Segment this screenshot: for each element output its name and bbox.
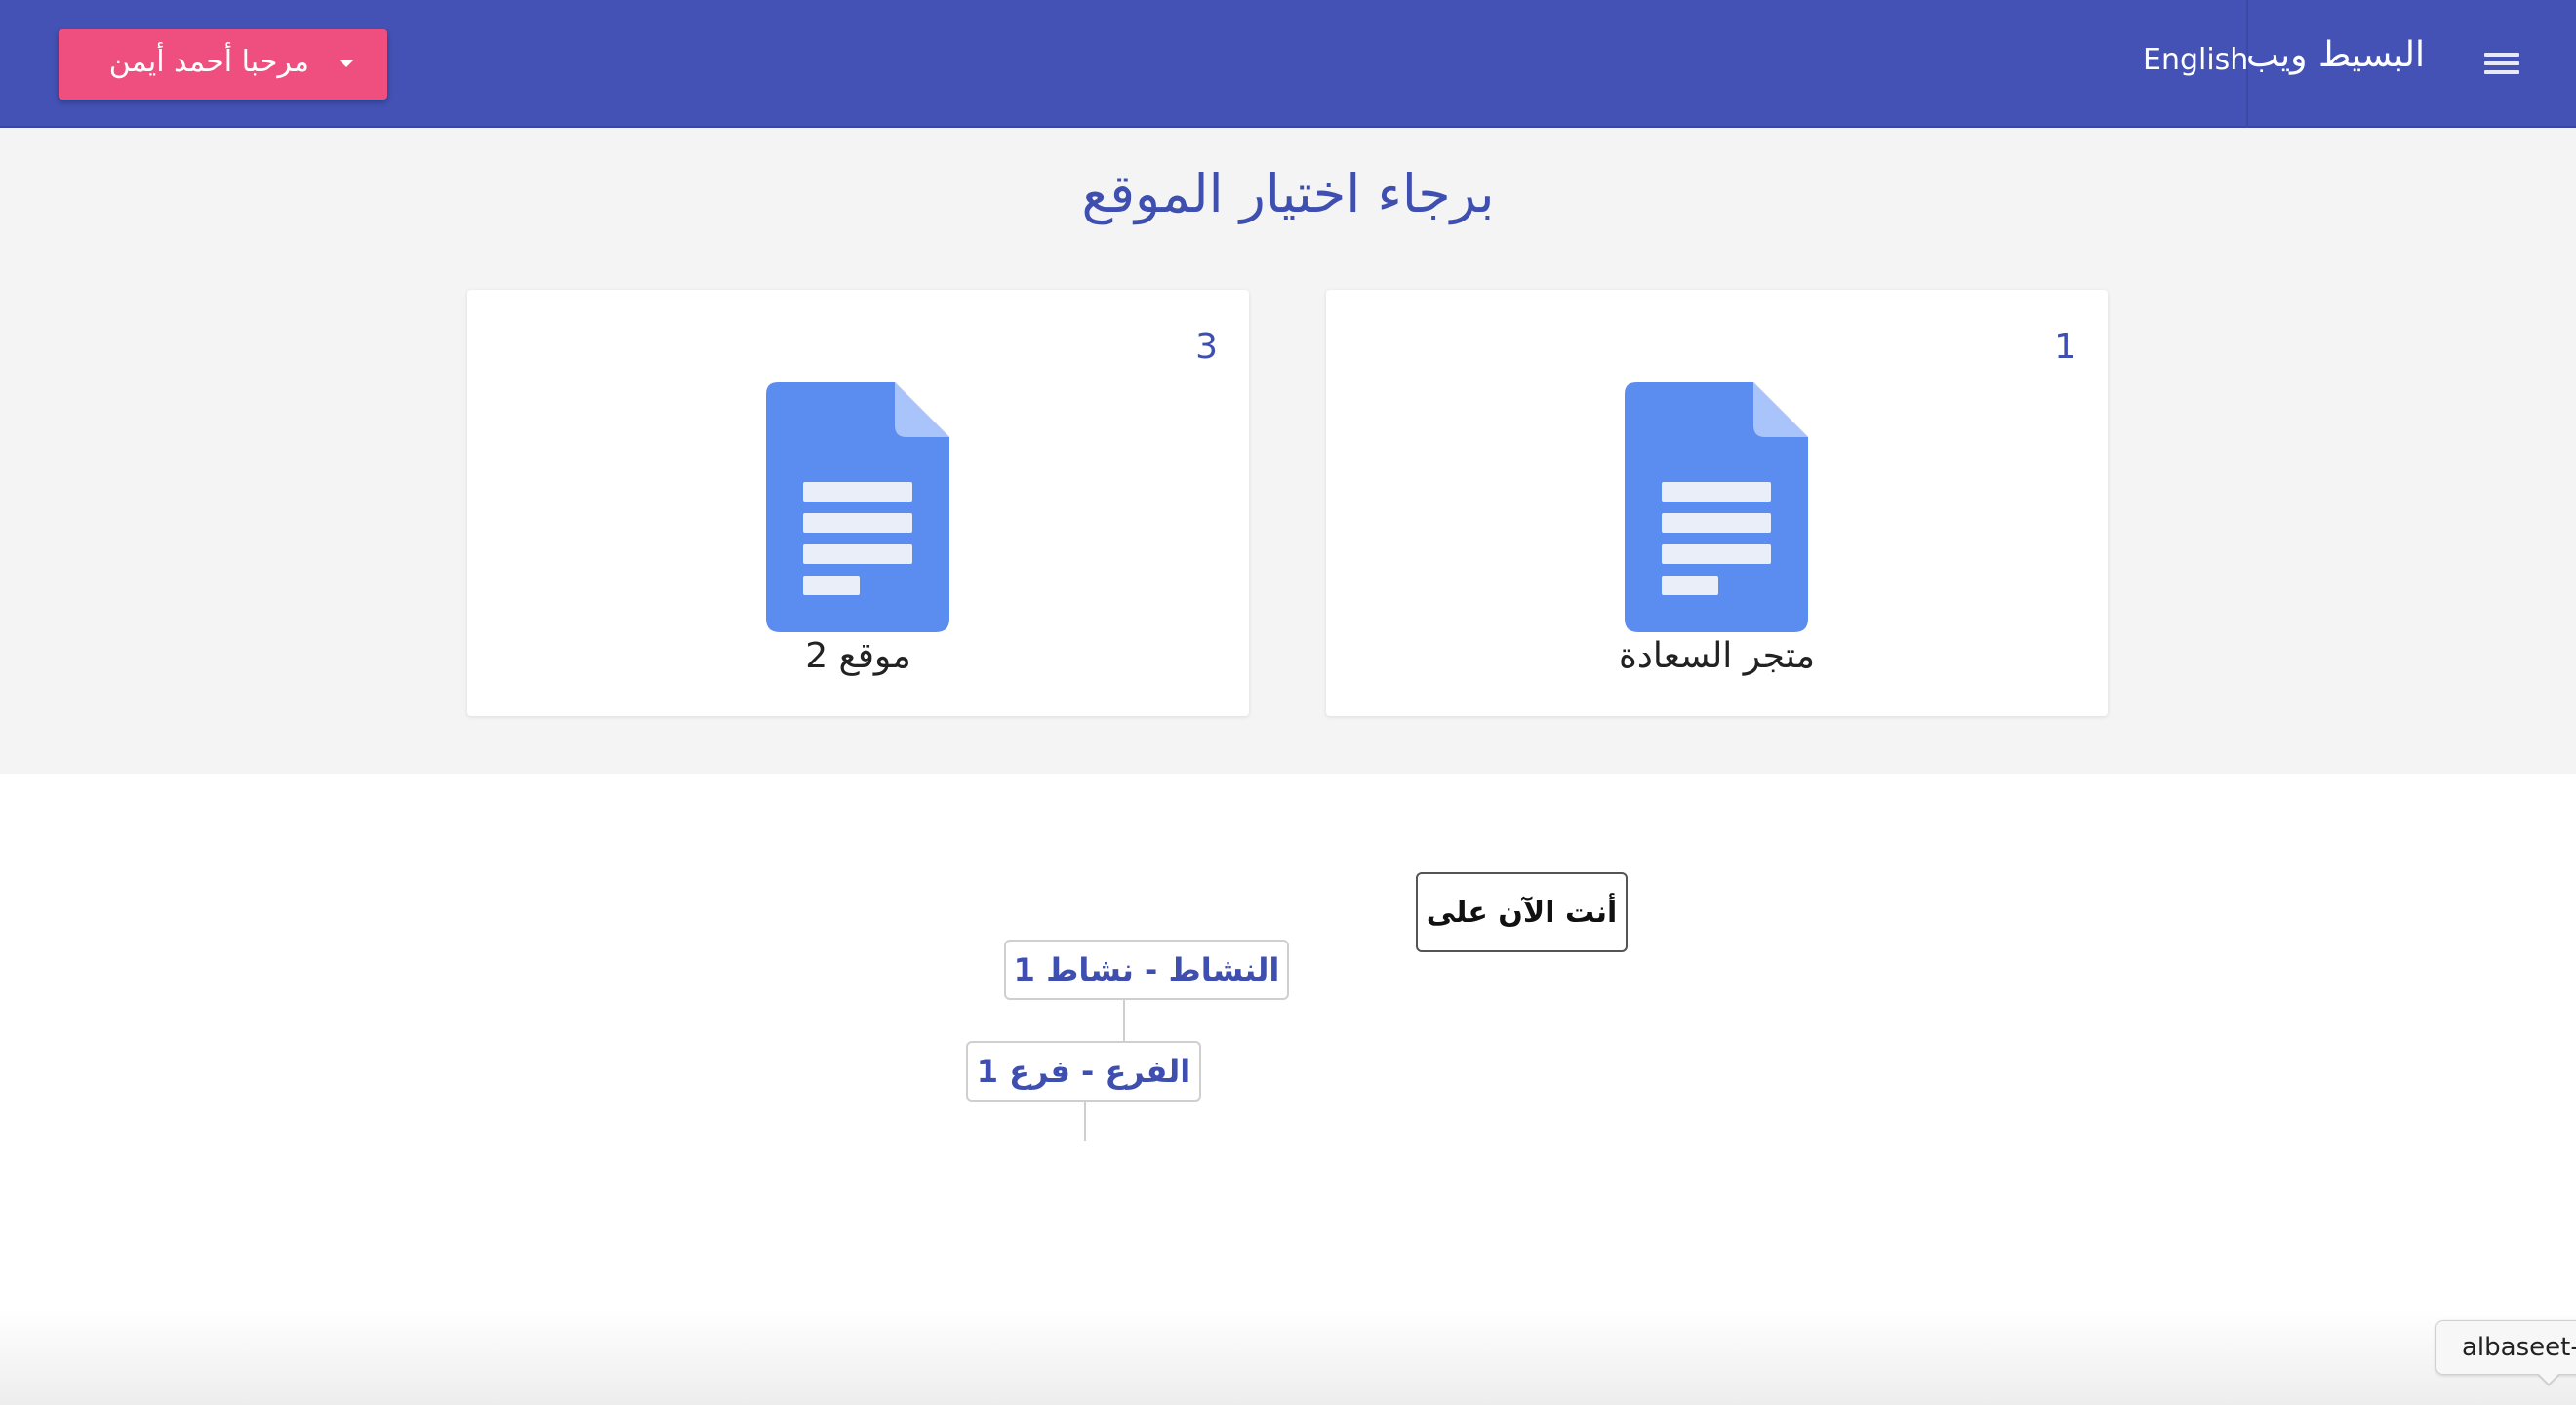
site-number: 1 [2054, 327, 2076, 367]
site-selection-section: برجاء اختيار الموقع 1 متجر السعادة 3 موق… [0, 128, 2576, 774]
brand-title[interactable]: البسيط ويب [2246, 35, 2425, 75]
tree-connector [1123, 1000, 1125, 1041]
site-name: متجر السعادة [1618, 636, 1815, 676]
hamburger-menu-icon[interactable] [2480, 47, 2523, 80]
language-switch-link[interactable]: English [2143, 43, 2248, 77]
site-card-2[interactable]: 3 موقع 2 [467, 290, 1249, 716]
site-number: 3 [1195, 327, 1218, 367]
document-icon [766, 382, 949, 632]
current-location-label: أنت الآن على [1416, 872, 1628, 952]
url-tooltip: albaseet- [2435, 1320, 2576, 1375]
site-card-1[interactable]: 1 متجر السعادة [1326, 290, 2108, 716]
activity-node[interactable]: النشاط - نشاط 1 [1004, 940, 1289, 1000]
user-menu-button[interactable]: مرحبا أحمد أيمن [59, 29, 387, 100]
user-menu-label: مرحبا أحمد أيمن [108, 45, 309, 79]
bottom-shadow [0, 1307, 2576, 1405]
caret-down-icon [340, 60, 353, 67]
page: البسيط ويب English مرحبا أحمد أيمن برجاء… [0, 0, 2576, 1405]
document-icon [1625, 382, 1808, 632]
tooltip-arrow-inner [2539, 1374, 2558, 1384]
tree-connector [1084, 1102, 1086, 1141]
page-title: برجاء اختيار الموقع [1081, 163, 1495, 224]
site-name: موقع 2 [805, 636, 911, 676]
branch-node[interactable]: الفرع - فرع 1 [966, 1041, 1201, 1102]
top-navbar: البسيط ويب English مرحبا أحمد أيمن [0, 0, 2576, 128]
